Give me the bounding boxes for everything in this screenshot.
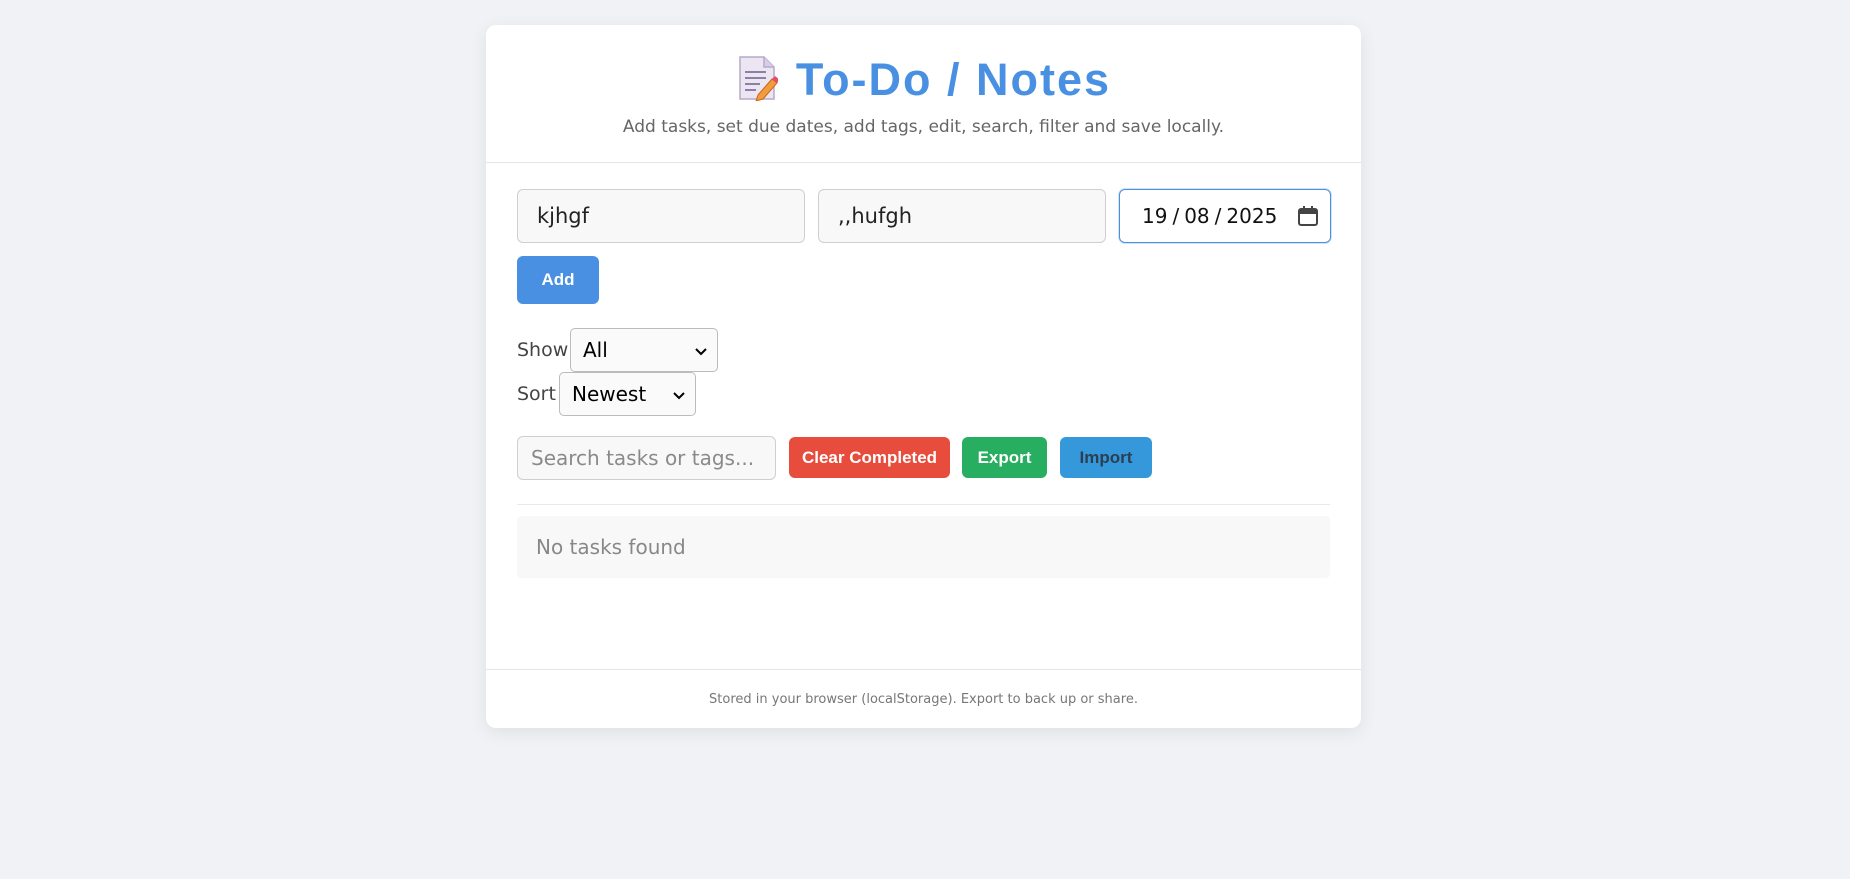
page-subtitle: Add tasks, set due dates, add tags, edit… [622,117,1225,137]
divider [517,504,1330,505]
sort-label: Sort [517,383,556,405]
date-separator: / [1214,204,1222,228]
chevron-down-icon [694,338,708,362]
show-select[interactable]: All [570,328,718,372]
todo-card: To-Do / Notes Add tasks, set due dates, … [486,25,1361,728]
import-button[interactable]: Import [1060,437,1152,478]
task-input-value: kjhgf [537,204,590,228]
export-button[interactable]: Export [962,437,1047,478]
show-label: Show [517,339,569,361]
sort-select[interactable]: Newest [559,372,696,416]
clear-completed-button[interactable]: Clear Completed [789,437,950,478]
chevron-down-icon [672,382,686,406]
tags-input-value: ,,hufgh [838,204,913,228]
footer-text: Stored in your browser (localStorage). E… [709,692,1138,707]
show-select-value: All [583,338,608,362]
search-placeholder: Search tasks or tags... [531,446,755,470]
empty-list-message: No tasks found [517,516,1330,578]
memo-icon [736,55,780,105]
page-title: To-Do / Notes [795,54,1112,105]
search-input[interactable]: Search tasks or tags... [517,436,776,480]
tags-input[interactable]: ,,hufgh [818,189,1106,243]
empty-text: No tasks found [536,535,686,559]
due-date-input[interactable]: 19 / 08 / 2025 [1119,189,1331,243]
add-button[interactable]: Add [517,256,599,304]
calendar-icon[interactable] [1297,205,1319,232]
sort-select-value: Newest [572,382,647,406]
date-day[interactable]: 19 [1142,204,1167,228]
title-row: To-Do / Notes [486,54,1361,105]
date-separator: / [1172,204,1180,228]
date-year[interactable]: 2025 [1226,204,1277,228]
date-month[interactable]: 08 [1184,204,1209,228]
task-input[interactable]: kjhgf [517,189,805,243]
footer: Stored in your browser (localStorage). E… [486,669,1361,728]
header: To-Do / Notes Add tasks, set due dates, … [486,25,1361,163]
